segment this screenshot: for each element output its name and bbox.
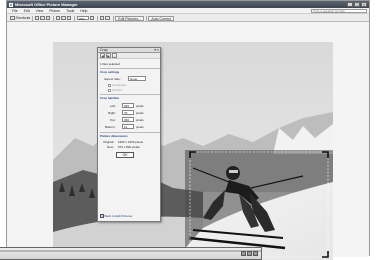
landscape-option[interactable]: Landscape	[108, 83, 127, 87]
original-dimensions: 1600 x 1200 pixels	[118, 140, 144, 144]
crop-handles-heading: Crop handles	[100, 96, 120, 100]
back-arrow-icon[interactable]: ◀	[100, 53, 105, 58]
left-label: Left:	[110, 104, 116, 108]
minimize-button[interactable]: _	[347, 2, 353, 7]
top-label: Top:	[110, 118, 116, 122]
window-controls: _ □ ×	[347, 2, 367, 7]
edit-pictures-button[interactable]: Edit Pictures...	[115, 15, 144, 21]
left-input[interactable]: 945	[122, 103, 134, 108]
crop-pane-title: Crop	[100, 48, 108, 52]
shortcuts-button[interactable]: Shortcuts	[16, 16, 31, 20]
menu-tools[interactable]: Tools	[66, 9, 74, 13]
bottom-unit: pixels	[136, 125, 144, 129]
right-input[interactable]: 79	[122, 110, 134, 115]
menu-view[interactable]: View	[36, 9, 44, 13]
menu-picture[interactable]: Picture	[49, 9, 60, 13]
home-icon[interactable]: ⌂	[112, 53, 117, 58]
zoom-select[interactable]: 39%	[76, 15, 89, 21]
portrait-label: Portrait	[112, 88, 122, 92]
shortcuts-icon	[10, 15, 15, 21]
portrait-option[interactable]: Portrait	[108, 88, 122, 92]
auto-correct-button[interactable]: Auto Correct	[148, 15, 175, 21]
bottom-input[interactable]: 14	[122, 124, 134, 129]
right-unit: pixels	[136, 111, 144, 115]
close-button[interactable]: ×	[361, 2, 367, 7]
divider	[100, 132, 160, 133]
bar-close-button[interactable]	[253, 251, 258, 256]
top-unit: pixels	[136, 118, 144, 122]
picture-workspace	[7, 22, 369, 260]
landscape-label: Landscape	[112, 83, 127, 87]
import-icon[interactable]	[40, 15, 45, 21]
picture-dimensions-heading: Picture dimensions	[100, 134, 128, 138]
divider	[100, 94, 160, 95]
toolbar: Shortcuts 39% Edit Pictures... Auto Corr…	[7, 14, 369, 22]
bar-stripe	[0, 250, 261, 252]
divider	[100, 68, 160, 69]
top-input[interactable]: 366	[122, 117, 134, 122]
save-icon[interactable]	[34, 15, 40, 21]
rotate-right-icon[interactable]	[105, 15, 110, 21]
window-title: Microsoft Office Picture Manager	[15, 2, 78, 7]
forward-arrow-icon[interactable]: ▶	[106, 53, 111, 58]
app-icon	[9, 2, 13, 7]
landscape-radio[interactable]	[108, 83, 111, 87]
back-icon	[100, 214, 104, 218]
toolbar-separator	[145, 15, 147, 21]
crop-pane-header[interactable]: Crop ▾ ×	[98, 48, 160, 53]
toolbar-separator	[74, 15, 75, 21]
pane-navigation: ◀ ▶ ⌂	[98, 53, 160, 59]
left-unit: pixels	[136, 104, 144, 108]
maximize-button[interactable]: □	[354, 2, 360, 7]
crop-pane: Crop ▾ × ◀ ▶ ⌂ 1 files selected Crop set…	[97, 47, 161, 222]
toolbar-separator	[53, 15, 54, 21]
crop-settings-heading: Crop settings	[100, 70, 120, 74]
zoom-icon[interactable]	[89, 15, 95, 21]
back-to-edit-pictures-label: Back to Edit Pictures	[104, 214, 133, 218]
title-bar[interactable]: Microsoft Office Picture Manager _ □ ×	[7, 1, 369, 8]
aspect-ratio-select[interactable]: None	[128, 76, 146, 81]
bar-maximize-button[interactable]	[247, 251, 252, 256]
aspect-ratio-label: Aspect ratio:	[104, 77, 121, 81]
right-label: Right:	[108, 111, 116, 115]
new-dimensions: 576 x 820 pixels	[118, 145, 140, 149]
help-search-input[interactable]: Type a question for help	[311, 9, 367, 13]
bar-controls	[241, 251, 258, 256]
toolbar-separator	[112, 15, 114, 21]
files-selected-text: 1 files selected	[100, 62, 120, 66]
menu-edit[interactable]: Edit	[24, 9, 30, 13]
picture-manager-window: Microsoft Office Picture Manager _ □ × F…	[6, 0, 370, 260]
toolbar-separator	[32, 15, 33, 21]
thumbnail-view-icon[interactable]	[55, 15, 61, 21]
menu-file[interactable]: File	[12, 9, 18, 13]
new-label: New:	[107, 145, 114, 149]
single-view-icon[interactable]	[66, 15, 72, 21]
filmstrip-view-icon[interactable]	[61, 15, 66, 21]
picture-preview[interactable]	[53, 42, 333, 260]
portrait-radio[interactable]	[108, 88, 111, 92]
back-to-edit-pictures-link[interactable]: Back to Edit Pictures	[100, 214, 132, 218]
close-pane-icon[interactable]: ▾ ×	[154, 48, 159, 53]
rotate-left-icon[interactable]	[99, 15, 105, 21]
ok-button[interactable]: OK	[116, 152, 134, 158]
toolbar-separator	[97, 15, 98, 21]
bottom-label: Bottom:	[105, 125, 116, 129]
original-label: Original:	[103, 140, 115, 144]
bar-minimize-button[interactable]	[241, 251, 246, 256]
bottom-window-bar	[0, 247, 262, 260]
export-icon[interactable]	[45, 15, 51, 21]
menu-help[interactable]: Help	[80, 9, 87, 13]
